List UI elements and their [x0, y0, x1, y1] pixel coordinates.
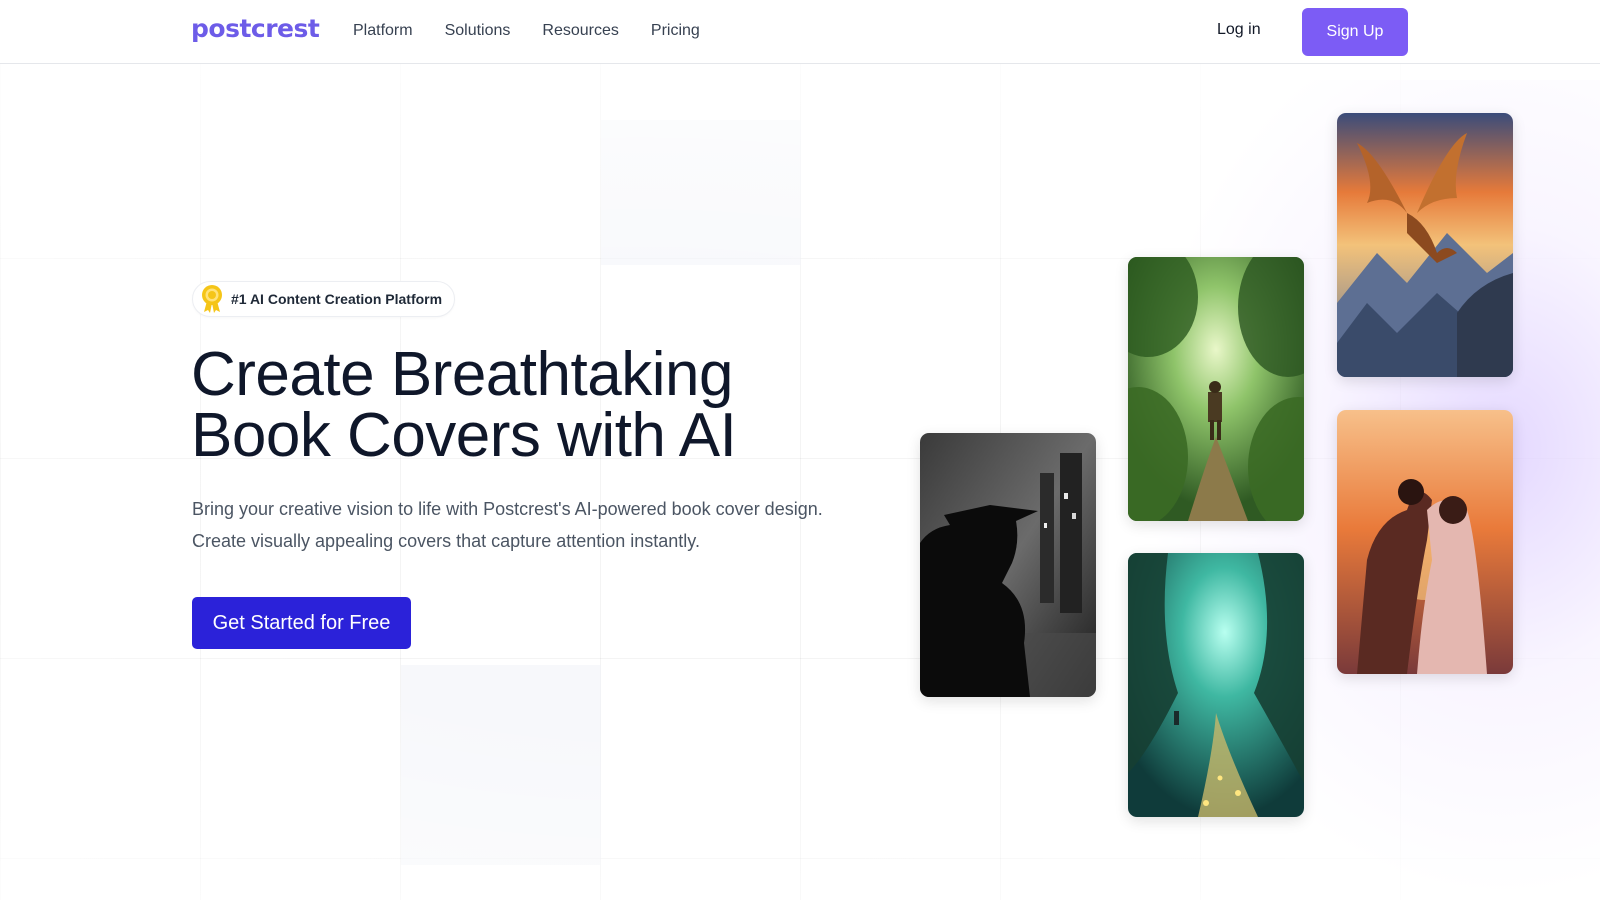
hero-title: Create Breathtaking Book Covers with AI [191, 344, 891, 467]
hero-subtitle: Bring your creative vision to life with … [192, 493, 872, 557]
noir-cover-art [920, 433, 1096, 697]
nav-solutions[interactable]: Solutions [445, 22, 511, 40]
hero-subtitle-line-1: Bring your creative vision to life with … [192, 499, 823, 519]
enchanted-forest-cover [1128, 553, 1304, 817]
brand-logo[interactable]: postcrest [191, 14, 320, 43]
enchanted-cover-art [1128, 553, 1304, 817]
get-started-button[interactable]: Get Started for Free [192, 597, 411, 649]
romance-cover-art [1337, 410, 1513, 674]
background-tile [601, 120, 801, 265]
hero-title-line-2: Book Covers with AI [191, 401, 737, 470]
dragon-mountains-cover [1337, 113, 1513, 377]
award-medal-icon [202, 285, 222, 313]
top-navbar: postcrest Platform Solutions Resources P… [0, 0, 1600, 64]
jungle-cover-art [1128, 257, 1304, 521]
main-nav: Platform Solutions Resources Pricing [353, 22, 700, 40]
dragon-cover-art [1337, 113, 1513, 377]
nav-resources[interactable]: Resources [542, 22, 618, 40]
badge-label: #1 AI Content Creation Platform [231, 291, 443, 307]
jungle-explorer-cover [1128, 257, 1304, 521]
background-tile [401, 665, 601, 865]
nav-pricing[interactable]: Pricing [651, 22, 700, 40]
signup-button[interactable]: Sign Up [1302, 8, 1408, 56]
romance-sunset-cover [1337, 410, 1513, 674]
hero-subtitle-line-2: Create visually appealing covers that ca… [192, 531, 700, 551]
hero-title-line-1: Create Breathtaking [191, 340, 733, 409]
noir-detective-cover [920, 433, 1096, 697]
login-link[interactable]: Log in [1217, 21, 1261, 39]
nav-platform[interactable]: Platform [353, 22, 413, 40]
award-badge: #1 AI Content Creation Platform [192, 281, 455, 317]
